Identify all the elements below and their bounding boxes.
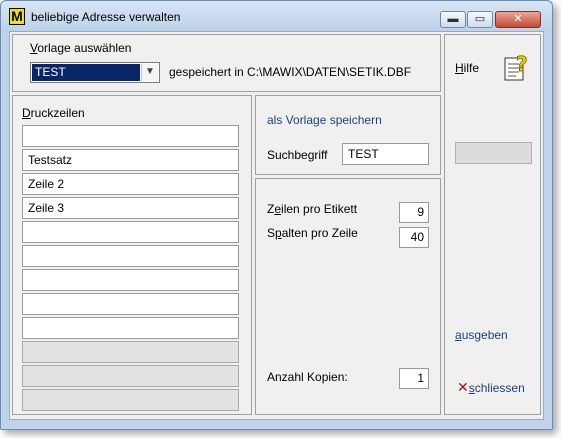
vorlage-label-text: orlage auswählen [37, 41, 132, 55]
suchbegriff-label: Suchbegriff [267, 148, 328, 162]
actions-panel: Hilfe ? ausgeben ✕schliessen [444, 34, 541, 415]
app-window: M beliebige Adresse verwalten ▬ ▭ ✕ Vorl… [0, 0, 553, 430]
hilfe-mnemonic: H [455, 61, 464, 75]
druckzeile-input[interactable] [22, 221, 239, 243]
druckzeilen-label: Druckzeilen [22, 106, 85, 120]
druckzeilen-mnemonic: D [22, 106, 31, 120]
save-template-link[interactable]: als Vorlage speichern [267, 113, 382, 127]
druckzeile-input [22, 341, 239, 363]
hilfe-label-text: ilfe [463, 61, 480, 75]
suchbegriff-input[interactable]: TEST [342, 143, 429, 165]
zeilen-label: Zeilen pro Etikett [267, 202, 357, 216]
kopien-label: Anzahl Kopien: [267, 370, 348, 384]
druckzeile-input [22, 389, 239, 411]
ausgeben-label-text: usgeben [461, 328, 508, 342]
druckzeile-input[interactable] [22, 245, 239, 267]
vorlage-select-value: TEST [32, 64, 140, 81]
druckzeile-input[interactable] [22, 317, 239, 339]
druckzeile-input[interactable]: Testsatz [22, 149, 239, 171]
window-title: beliebige Adresse verwalten [31, 10, 181, 24]
status-field [455, 142, 532, 164]
spalten-input[interactable]: 40 [399, 227, 429, 248]
spalten-mnemonic: p [275, 226, 282, 240]
chevron-down-icon[interactable]: ▼ [141, 64, 158, 81]
maximize-button[interactable]: ▭ [467, 11, 493, 28]
druckzeile-input[interactable]: Zeile 3 [22, 197, 239, 219]
ausgeben-mnemonic: a [455, 328, 462, 342]
vorlage-label: Vorlage auswählen [30, 41, 131, 55]
vorlage-panel: Vorlage auswählen TEST ▼ gespeichert in … [12, 34, 441, 92]
vorlage-select[interactable]: TEST ▼ [30, 62, 160, 83]
ausgeben-button[interactable]: ausgeben [455, 328, 508, 342]
druckzeile-input[interactable]: Zeile 2 [22, 173, 239, 195]
spalten-label-first: S [267, 226, 276, 240]
kopien-input[interactable]: 1 [399, 368, 429, 389]
settings-panel: Zeilen pro Etikett 9 Spalten pro Zeile 4… [255, 178, 441, 415]
client-area: Vorlage auswählen TEST ▼ gespeichert in … [9, 31, 544, 420]
minimize-button[interactable]: ▬ [440, 11, 466, 28]
schliessen-label-text: chliessen [474, 381, 525, 395]
zeilen-input[interactable]: 9 [399, 202, 429, 223]
druckzeile-input [22, 365, 239, 387]
druckzeile-input[interactable] [22, 269, 239, 291]
saved-path-text: gespeichert in C:\MAWIX\DATEN\SETIK.DBF [169, 65, 412, 79]
close-window-button[interactable]: ✕ [495, 11, 541, 28]
help-icon[interactable]: ? [504, 52, 532, 82]
spalten-label: Spalten pro Zeile [267, 226, 358, 240]
title-bar[interactable]: M beliebige Adresse verwalten ▬ ▭ ✕ [1, 1, 552, 31]
druckzeilen-label-text: ruckzeilen [30, 106, 85, 120]
app-icon: M [9, 8, 25, 25]
druckzeilen-panel: Druckzeilen Testsatz Zeile 2 Zeile 3 [12, 95, 252, 415]
spalten-label-rest: alten pro Zeile [281, 226, 358, 240]
close-icon: ✕ [457, 379, 469, 395]
vorlage-save-panel: als Vorlage speichern Suchbegriff TEST [255, 95, 441, 175]
druckzeile-input[interactable] [22, 293, 239, 315]
svg-text:?: ? [516, 52, 528, 76]
zeilen-label-rest: ilen pro Etikett [281, 202, 358, 216]
schliessen-button[interactable]: ✕schliessen [457, 379, 525, 396]
druckzeile-input[interactable] [22, 125, 239, 147]
hilfe-button[interactable]: Hilfe [455, 61, 479, 75]
